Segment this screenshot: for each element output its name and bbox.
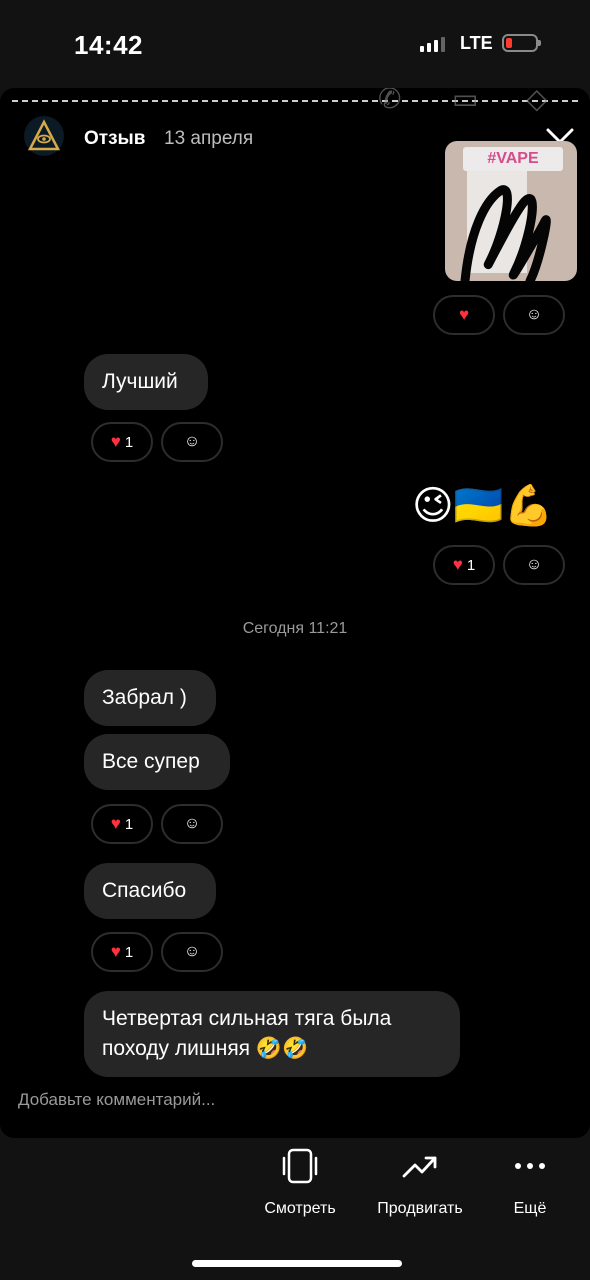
comment-input[interactable]: Добавьте комментарий... — [18, 1090, 215, 1110]
add-emoji-icon: ☺ — [183, 433, 201, 450]
like-reaction[interactable]: ♥ 1 — [433, 545, 495, 585]
add-reaction-button[interactable]: ☺ — [161, 804, 223, 844]
like-reaction[interactable]: ♥ 1 — [91, 422, 153, 462]
view-button[interactable]: Смотреть — [240, 1138, 360, 1218]
add-reaction-button[interactable]: ☺ — [503, 545, 565, 585]
clock: 14:42 — [74, 30, 143, 60]
tag-icon: ◇ — [526, 88, 548, 114]
message-bubble: Лучший — [84, 354, 208, 410]
story-username[interactable]: Отзыв — [84, 128, 145, 150]
heart-icon: ♥ — [110, 814, 121, 833]
scribble-overlay — [460, 185, 551, 281]
heart-icon: ♥ — [458, 305, 470, 324]
add-reaction-button[interactable]: ☺ — [503, 295, 565, 335]
message-bubble: Забрал ) — [84, 670, 216, 726]
heart-icon: ♥ — [110, 432, 121, 451]
battery-icon — [502, 34, 541, 52]
heart-icon: ♥ — [452, 555, 463, 574]
trend-up-icon — [360, 1138, 480, 1194]
promote-button[interactable]: Продвигать — [360, 1138, 480, 1218]
timestamp: Сегодня 11:21 — [242, 620, 348, 637]
more-dots-icon — [470, 1138, 590, 1194]
more-button[interactable]: Ещё — [470, 1138, 590, 1218]
heart-icon: ♥ — [110, 942, 121, 961]
story-progress-bar — [12, 100, 578, 102]
add-emoji-icon: ☺ — [183, 815, 201, 832]
message-bubble: Спасибо — [84, 863, 216, 919]
like-reaction[interactable]: ♥ 1 — [91, 932, 153, 972]
message-bubble: Четвертая сильная тяга была походу лишня… — [84, 991, 460, 1077]
view-icon — [240, 1138, 360, 1194]
story-date: 13 апреля — [164, 128, 254, 149]
like-reaction[interactable]: ♥ 1 — [91, 804, 153, 844]
story-view[interactable]: ✆ ▭ ◇ Отзыв 13 апреля #VAPE ♥ ☺ Лучший ♥… — [0, 88, 590, 1138]
add-reaction-button[interactable]: ☺ — [161, 422, 223, 462]
message-bubble: Все супер — [84, 734, 230, 790]
video-icon: ▭ — [452, 88, 479, 114]
add-emoji-icon: ☺ — [183, 943, 201, 960]
home-indicator[interactable] — [192, 1260, 402, 1267]
eye-triangle-icon — [27, 119, 61, 151]
bottom-actions: Смотреть Продвигать Ещё — [0, 1138, 590, 1248]
network-type: LTE — [460, 33, 493, 53]
replied-story-thumbnail[interactable]: #VAPE — [445, 141, 577, 281]
emoji-message: 😉🇺🇦💪 — [412, 484, 554, 528]
signal-icon — [420, 36, 445, 52]
add-emoji-icon: ☺ — [525, 306, 543, 323]
add-emoji-icon: ☺ — [525, 556, 543, 573]
avatar[interactable] — [24, 116, 64, 156]
phone-icon: ✆ — [378, 88, 402, 114]
like-reaction[interactable]: ♥ — [433, 295, 495, 335]
status-bar: 14:42 LTE — [0, 0, 590, 88]
add-reaction-button[interactable]: ☺ — [161, 932, 223, 972]
